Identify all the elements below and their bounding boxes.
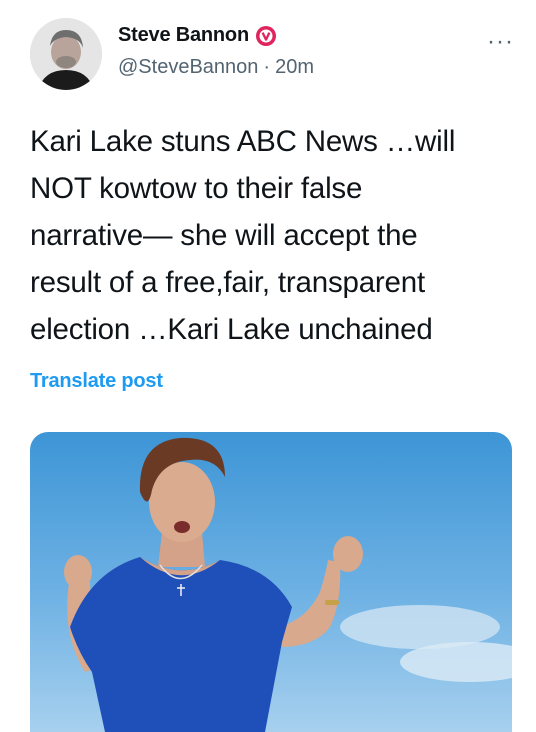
handle-row: @SteveBannon · 20m: [118, 56, 314, 79]
tweet-text: Kari Lake stuns ABC News …will NOT kowto…: [30, 125, 456, 346]
more-icon[interactable]: ···: [487, 30, 514, 54]
media-photo: [64, 437, 512, 732]
avatar[interactable]: [30, 18, 102, 90]
timestamp[interactable]: 20m: [275, 56, 314, 79]
handle[interactable]: @SteveBannon: [118, 56, 258, 79]
author-name-row: Steve Bannon: [118, 24, 277, 47]
avatar-photo: [30, 18, 102, 90]
separator: ·: [263, 56, 271, 78]
translate-post-link[interactable]: Translate post: [30, 370, 163, 393]
media-image[interactable]: [30, 432, 512, 732]
v-badge-icon: [255, 25, 276, 46]
display-name[interactable]: Steve Bannon: [118, 24, 249, 47]
